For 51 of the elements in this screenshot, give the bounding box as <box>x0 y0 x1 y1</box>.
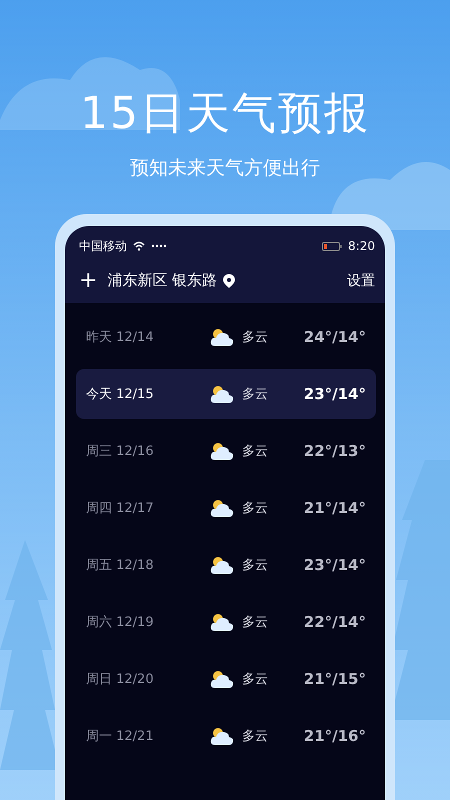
weather-condition: 多云 <box>242 500 268 517</box>
partly-cloudy-icon <box>210 555 234 575</box>
partly-cloudy-icon <box>210 327 234 347</box>
partly-cloudy-icon <box>210 441 234 461</box>
location-name: 浦东新区 银东路 <box>107 271 218 290</box>
day-date: 周五 12/18 <box>86 557 155 574</box>
selected-day-row[interactable]: 今天 12/15 多云 23°/14° <box>76 369 376 419</box>
day-date: 周三 12/16 <box>86 443 155 460</box>
day-row[interactable]: 周五 12/18 多云 23°/14° <box>76 540 376 590</box>
day-row[interactable]: 周一 12/21 多云 21°/16° <box>76 711 376 761</box>
headline: 15日天气预报 <box>80 88 370 140</box>
day-row[interactable]: 周三 12/16 多云 22°/13° <box>76 426 376 476</box>
day-row[interactable]: 周六 12/19 多云 22°/14° <box>76 597 376 647</box>
temperature-range: 24°/14° <box>304 328 366 346</box>
temperature-range: 22°/13° <box>304 442 366 460</box>
temperature-range: 21°/14° <box>304 499 366 517</box>
day-date: 昨天 12/14 <box>86 329 155 346</box>
partly-cloudy-icon <box>210 669 234 689</box>
day-date: 周四 12/17 <box>86 500 155 517</box>
weather-condition: 多云 <box>242 614 268 631</box>
subheadline: 预知未来天气方便出行 <box>130 156 320 180</box>
add-city-button[interactable]: + <box>75 270 102 292</box>
temperature-range: 21°/16° <box>304 727 366 745</box>
temperature-range: 23°/14° <box>304 385 366 403</box>
location-pin-icon <box>223 274 236 288</box>
temperature-range: 21°/15° <box>304 670 366 688</box>
carrier-name: 中国移动 <box>79 238 127 254</box>
weather-condition: 多云 <box>242 386 268 403</box>
day-row[interactable]: 昨天 12/14 多云 24°/14° <box>76 312 376 362</box>
partly-cloudy-icon <box>210 726 234 746</box>
weather-condition: 多云 <box>242 329 268 346</box>
signal-dots-icon <box>151 244 167 248</box>
day-date: 周一 12/21 <box>86 728 155 745</box>
weather-condition: 多云 <box>242 671 268 688</box>
settings-button[interactable]: 设置 <box>347 272 375 290</box>
weather-condition: 多云 <box>242 728 268 745</box>
day-row[interactable]: 周日 12/20 多云 21°/15° <box>76 654 376 704</box>
temperature-range: 22°/14° <box>304 613 366 631</box>
partly-cloudy-icon <box>210 612 234 632</box>
clock-time: 8:20 <box>348 239 375 253</box>
temperature-range: 23°/14° <box>304 556 366 574</box>
day-date: 周六 12/19 <box>86 614 155 631</box>
partly-cloudy-icon <box>210 384 234 404</box>
battery-icon <box>322 242 342 250</box>
day-row[interactable]: 周四 12/17 多云 21°/14° <box>76 483 376 533</box>
weather-condition: 多云 <box>242 443 268 460</box>
partly-cloudy-icon <box>210 498 234 518</box>
weather-condition: 多云 <box>242 557 268 574</box>
day-date: 周日 12/20 <box>86 671 155 688</box>
wifi-icon <box>133 241 145 251</box>
day-date: 今天 12/15 <box>86 386 155 403</box>
